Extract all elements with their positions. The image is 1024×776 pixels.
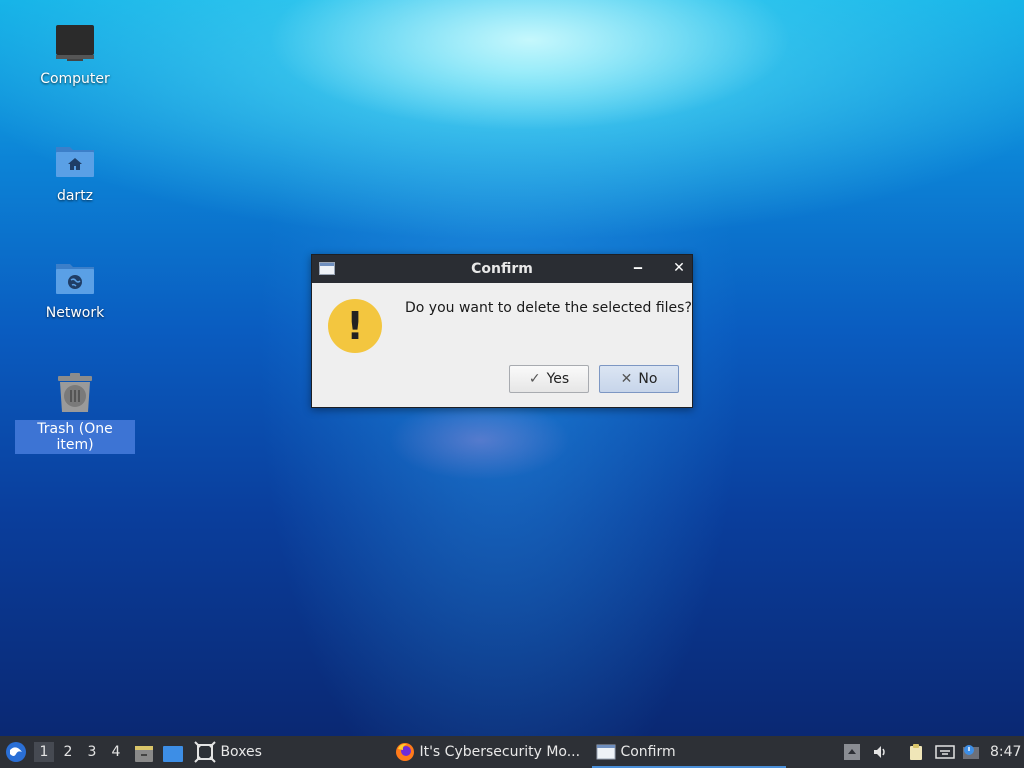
network-folder-icon	[53, 256, 97, 300]
computer-icon	[53, 22, 97, 66]
file-cabinet-icon	[135, 746, 153, 762]
no-button-label: No	[638, 371, 658, 387]
workspace-2[interactable]: 2	[58, 742, 78, 762]
firefox-icon	[396, 743, 414, 761]
task-label: It's Cybersecurity Mo...	[419, 744, 581, 760]
file-manager-launcher[interactable]	[134, 743, 154, 762]
task-boxes[interactable]: Boxes	[194, 738, 262, 766]
trash-icon	[53, 372, 97, 416]
workspace-4[interactable]: 4	[106, 742, 126, 762]
task-label: Confirm	[620, 744, 676, 760]
yes-button[interactable]: ✓ Yes	[509, 365, 589, 393]
no-button[interactable]: ✕ No	[599, 365, 679, 393]
dialog-message: Do you want to delete the selected files…	[405, 300, 692, 316]
task-label: Boxes	[220, 744, 262, 760]
network-wired-icon[interactable]	[935, 744, 955, 760]
task-confirm[interactable]: Confirm	[592, 738, 786, 768]
desktop-icon-home[interactable]: dartz	[15, 139, 135, 205]
minimize-icon[interactable]: ‒	[630, 260, 646, 276]
update-notifier-icon[interactable]	[961, 744, 981, 760]
workspace-3[interactable]: 3	[82, 742, 102, 762]
yes-button-label: Yes	[546, 371, 570, 387]
start-menu-button[interactable]	[4, 740, 28, 764]
lubuntu-logo-icon	[6, 742, 26, 762]
taskbar: 1 2 3 4 Boxes It's Cybersecurity Mo... C…	[0, 736, 1024, 768]
task-firefox[interactable]: It's Cybersecurity Mo...	[395, 738, 580, 766]
workspace-1[interactable]: 1	[34, 742, 54, 762]
clipboard-icon[interactable]	[908, 744, 924, 760]
desktop-icon-label: Computer	[40, 71, 110, 87]
desktop-icon	[163, 746, 183, 762]
desktop-icon-label: Trash (One item)	[15, 420, 135, 454]
desktop-icon-label: dartz	[56, 188, 94, 204]
tray-arrow-icon[interactable]	[844, 744, 860, 760]
home-folder-icon	[53, 139, 97, 183]
desktop-icon-computer[interactable]: Computer	[15, 22, 135, 88]
dialog-titlebar[interactable]: Confirm ‒ ✕	[312, 255, 692, 283]
volume-icon[interactable]	[872, 744, 888, 760]
checkmark-icon: ✓	[528, 371, 541, 387]
jellyfish-wallpaper-detail	[380, 400, 580, 490]
desktop-icon-trash[interactable]: Trash (One item)	[15, 372, 135, 454]
desktop-background: Computer dartz Network Trash (One item) …	[0, 0, 1024, 736]
x-icon: ✕	[620, 371, 633, 387]
close-icon[interactable]: ✕	[671, 260, 687, 276]
boxes-icon	[194, 741, 216, 763]
confirm-dialog: Confirm ‒ ✕ ! Do you want to delete the …	[311, 254, 693, 408]
show-desktop-button[interactable]	[162, 743, 184, 762]
desktop-icon-network[interactable]: Network	[15, 256, 135, 322]
warning-icon: !	[328, 299, 382, 353]
desktop-icon-label: Network	[45, 305, 105, 321]
clock[interactable]: 8:47	[990, 736, 1021, 768]
window-icon	[596, 744, 616, 760]
